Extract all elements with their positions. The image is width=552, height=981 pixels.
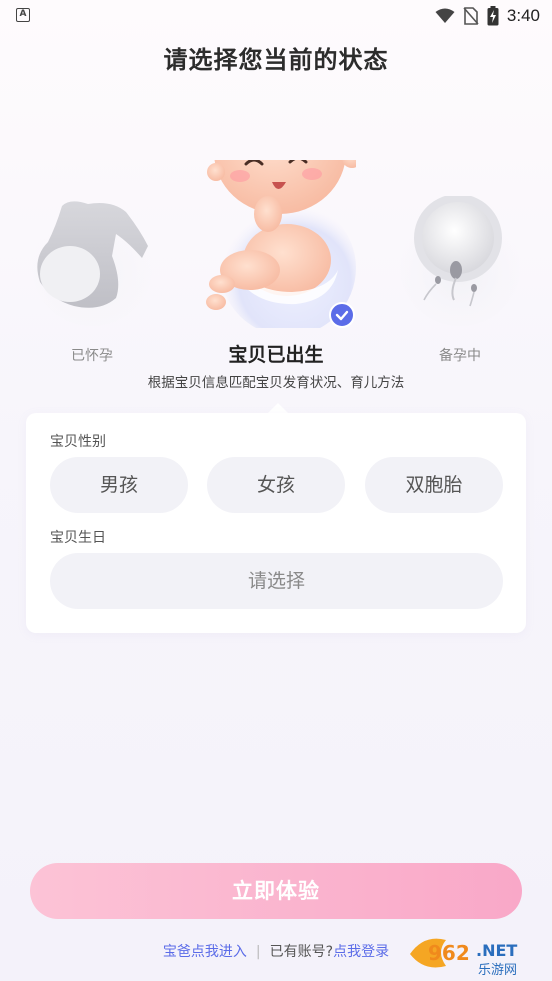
- pregnant-silhouette-icon: [32, 201, 152, 326]
- start-experience-button[interactable]: 立即体验: [30, 863, 522, 919]
- baby-info-card: 宝贝性别 男孩 女孩 双胞胎 宝贝生日 请选择: [26, 413, 526, 633]
- birthday-picker[interactable]: 请选择: [50, 553, 503, 609]
- page-title: 请选择您当前的状态: [163, 46, 389, 74]
- no-sim-icon: [463, 7, 479, 25]
- svg-text:962: 962: [428, 941, 470, 965]
- birthday-label: 宝贝生日: [50, 530, 106, 546]
- app-notification-icon: A: [16, 8, 30, 22]
- selected-check-icon: [329, 302, 355, 328]
- login-link[interactable]: 点我登录: [333, 944, 389, 960]
- gender-boy-button[interactable]: 男孩: [50, 457, 188, 513]
- svg-text:乐游网: 乐游网: [478, 963, 517, 978]
- card-pointer: [268, 403, 288, 413]
- baby-icon: [206, 90, 362, 336]
- gender-label: 宝贝性别: [50, 434, 106, 450]
- clock: 3:40: [506, 6, 540, 25]
- status-option-pregnant-label[interactable]: 已怀孕: [32, 345, 152, 365]
- gender-girl-button[interactable]: 女孩: [207, 457, 345, 513]
- status-bar-right: 3:40: [435, 4, 540, 28]
- svg-text:.NET: .NET: [476, 941, 517, 960]
- dad-entry-link[interactable]: 宝爸点我进入: [163, 944, 247, 960]
- status-description: 根据宝贝信息匹配宝贝发育状况、育儿方法: [147, 375, 405, 391]
- status-option-prepare-label[interactable]: 备孕中: [400, 345, 520, 365]
- footer-separator: |: [255, 944, 261, 960]
- gender-twins-button[interactable]: 双胞胎: [365, 457, 503, 513]
- site-watermark-logo: 962 .NET 乐游网: [410, 938, 517, 978]
- has-account-text: 已有账号?: [269, 944, 334, 960]
- status-option-pregnant[interactable]: [30, 196, 154, 326]
- battery-charging-icon: [487, 6, 499, 26]
- status-bar: A 3:40: [0, 0, 552, 32]
- status-option-born-label[interactable]: 宝贝已出生: [176, 340, 376, 367]
- egg-sperm-icon: [400, 194, 520, 326]
- wifi-icon: [435, 8, 455, 23]
- status-option-prepare[interactable]: [398, 194, 522, 326]
- status-option-born[interactable]: [192, 90, 362, 336]
